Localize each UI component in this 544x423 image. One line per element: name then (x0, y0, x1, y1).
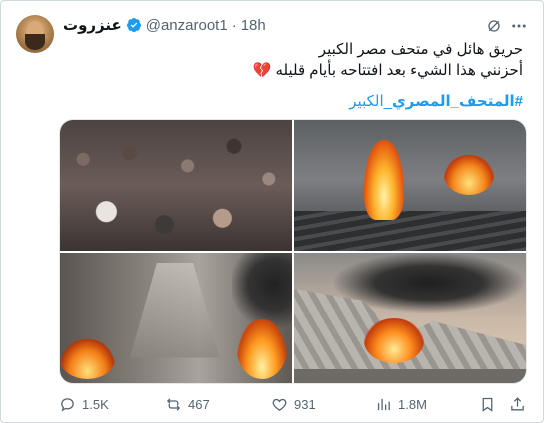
fire-shape (444, 155, 494, 195)
verified-badge-icon (126, 18, 141, 33)
view-count: 1.8M (398, 396, 427, 412)
hashtag-bold[interactable]: #المتحف_المصري (392, 93, 523, 110)
crowd-image[interactable] (60, 120, 292, 251)
tweet-line-2-text: أحزنني هذا الشيء بعد افتتاحه بأيام قليله (275, 62, 523, 79)
stairway-fire-image[interactable] (60, 252, 292, 383)
display-name[interactable]: عنزروت (63, 16, 122, 34)
views-icon (377, 398, 390, 410)
user-handle[interactable]: @anzaroot1 (146, 17, 228, 34)
reply-button[interactable]: 1.5K (59, 396, 109, 413)
fire-shape (364, 318, 424, 363)
museum-exterior-fire-image[interactable] (294, 252, 526, 383)
tweet-line-1: حريق هائل في متحف مصر الكبير (318, 41, 523, 58)
tweet-line-2: أحزنني هذا الشيء بعد افتتاحه بأيام قليله… (83, 60, 523, 81)
tweet-card[interactable]: عنزروت @anzaroot1 · 18h حريق هائل في متح… (0, 0, 544, 423)
separator-dot: · (231, 16, 237, 34)
tweet-text: حريق هائل في متحف مصر الكبير أحزنني هذا … (83, 39, 523, 81)
fire-shape (60, 339, 115, 379)
avatar-beard (25, 34, 45, 50)
fire-shape (237, 319, 287, 379)
share-icon (511, 396, 524, 410)
grok-icon[interactable] (486, 18, 502, 34)
timestamp[interactable]: 18h (241, 17, 266, 34)
hashtag-link[interactable]: #المتحف_المصري_الكبير (349, 91, 523, 112)
repost-icon (166, 397, 181, 411)
views-button[interactable]: 1.8M (375, 396, 427, 413)
avatar[interactable] (16, 15, 54, 53)
broken-heart-emoji: 💔 (252, 62, 272, 79)
hashtag-rest[interactable]: _الكبير (349, 93, 392, 110)
repost-button[interactable]: 467 (165, 396, 210, 413)
action-bar: 1.5K 467 931 1.8M (59, 393, 525, 415)
reply-count: 1.5K (82, 396, 109, 412)
fire-shape (364, 140, 404, 220)
share-button[interactable] (509, 396, 526, 413)
reply-icon (61, 397, 74, 412)
heart-icon (272, 398, 287, 411)
more-options-icon[interactable] (510, 17, 528, 35)
arch-shape (130, 262, 220, 358)
tweet-header: عنزروت @anzaroot1 · 18h (63, 15, 266, 35)
like-count: 931 (294, 396, 316, 412)
bookmark-icon (482, 397, 493, 412)
media-grid (59, 119, 527, 384)
museum-fire-interior-image[interactable] (294, 120, 526, 251)
stairs-shape (294, 210, 526, 251)
bookmark-button[interactable] (479, 396, 496, 413)
ground-shape (294, 369, 526, 383)
like-button[interactable]: 931 (271, 396, 316, 413)
repost-count: 467 (188, 396, 210, 412)
